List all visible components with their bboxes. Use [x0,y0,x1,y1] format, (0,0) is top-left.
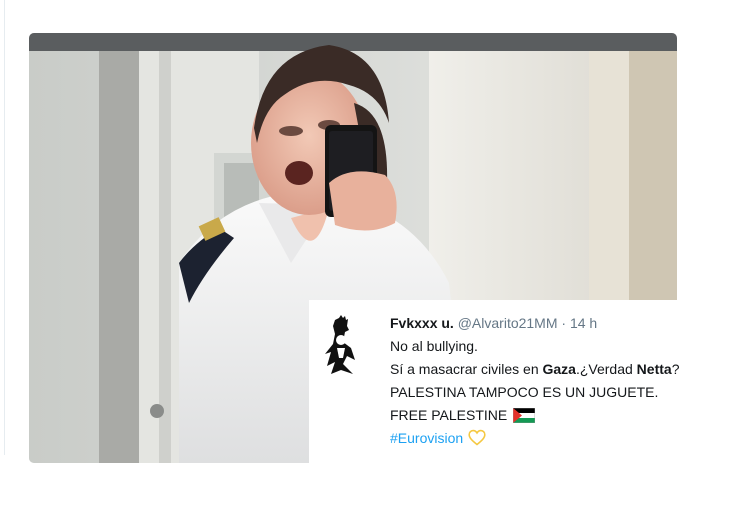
avatar[interactable] [321,314,361,376]
raised-fist-avatar-icon [325,315,355,374]
screenshot-page: Fvkxxx u. @Alvarito21MM · 14 h No al bul… [0,0,753,505]
author-handle[interactable]: @Alvarito21MM [458,315,558,331]
tweet-line-5: #Eurovision [390,427,753,450]
embedded-tweet-card[interactable]: Fvkxxx u. @Alvarito21MM · 14 h No al bul… [309,300,753,465]
palestine-flag-icon [512,407,536,430]
line2-bold-netta: Netta [636,361,672,377]
tweet-content: Fvkxxx u. @Alvarito21MM · 14 h No al bul… [390,312,753,450]
line2-text-middle: .¿Verdad [575,361,637,377]
tweet-timestamp[interactable]: 14 h [570,315,597,331]
header-separator: · [561,315,567,331]
author-display-name[interactable]: Fvkxxx u. [390,315,454,331]
tweet-line-1: No al bullying. [390,338,478,354]
tweet-header: Fvkxxx u. @Alvarito21MM · 14 h [390,312,753,335]
line2-text-start: Sí a masacrar civiles en [390,361,543,377]
line2-bold-gaza: Gaza [542,361,576,377]
line2-text-end: ? [671,361,680,377]
yellow-heart-icon [468,429,486,453]
timeline-divider [4,0,5,455]
tweet-line-4: FREE PALESTINE [390,404,753,427]
tweet-line-3: PALESTINA TAMPOCO ES UN JUGUETE. [390,384,659,400]
tweet-line-2: Sí a masacrar civiles en Gaza.¿Verdad Ne… [390,358,753,381]
hashtag-link[interactable]: #Eurovision [390,430,463,446]
line4-text: FREE PALESTINE [390,407,508,423]
